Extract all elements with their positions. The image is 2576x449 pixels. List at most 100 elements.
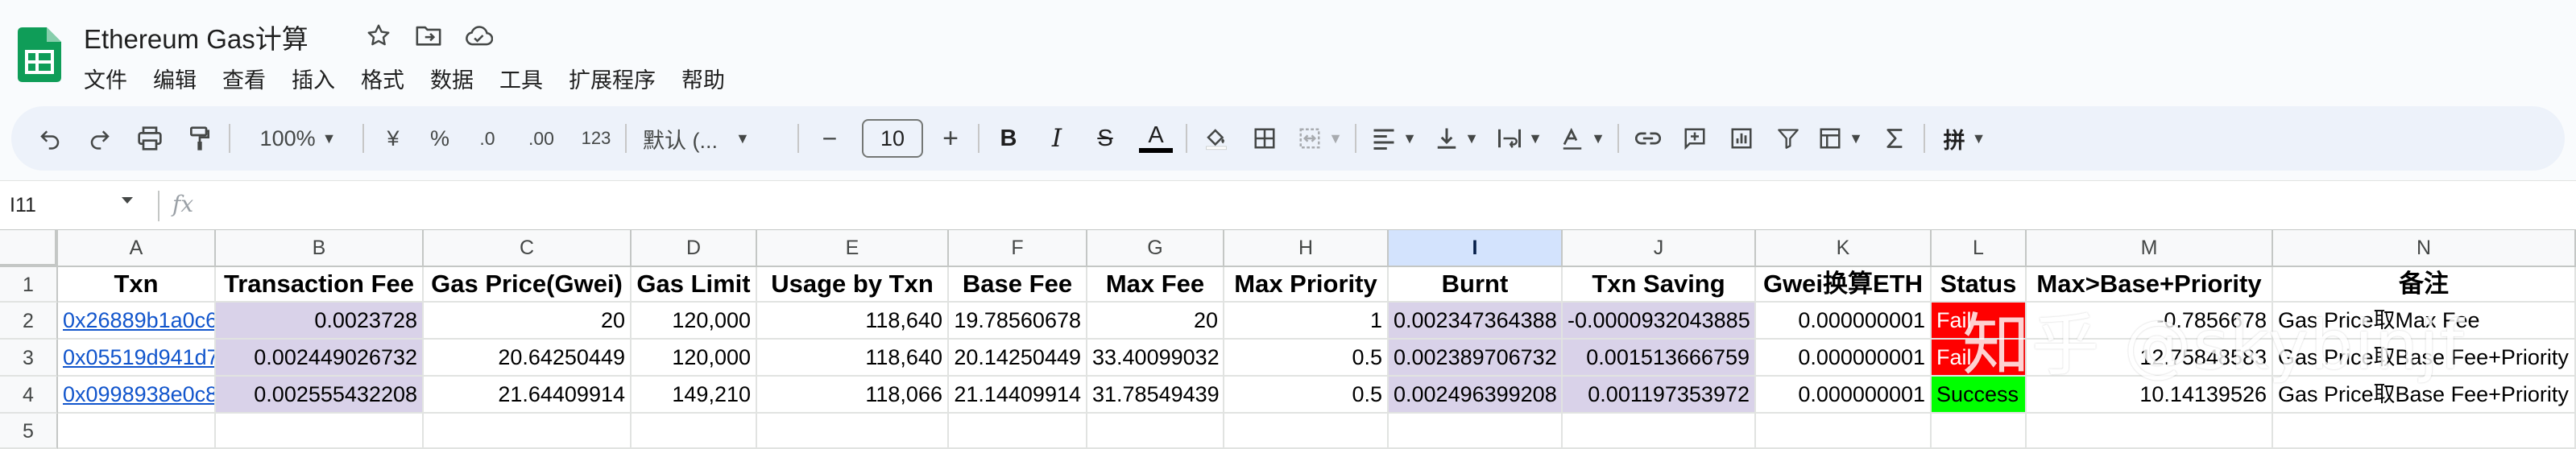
column-header-m[interactable]: M xyxy=(2027,230,2273,267)
formula-input[interactable] xyxy=(217,187,2553,223)
cell-a1[interactable]: Txn xyxy=(58,267,216,303)
filter-views-icon[interactable]: ▼ xyxy=(1816,117,1866,159)
cell-c2[interactable]: 20 xyxy=(424,303,632,340)
column-header-a[interactable]: A xyxy=(58,230,216,267)
cell-c4[interactable]: 21.64409914 xyxy=(424,377,632,414)
menu-file[interactable]: 文件 xyxy=(84,61,139,97)
cell-g3[interactable]: 33.40099032 xyxy=(1087,340,1224,377)
cell-f4[interactable]: 21.14409914 xyxy=(949,377,1087,414)
strikethrough-button[interactable]: S xyxy=(1089,117,1121,159)
insert-chart-icon[interactable] xyxy=(1725,117,1758,159)
borders-icon[interactable] xyxy=(1249,117,1281,159)
merge-cells-icon[interactable]: ▼ xyxy=(1295,117,1345,159)
cell-i5[interactable] xyxy=(1389,414,1563,449)
font-family-select[interactable]: 默认 (... ▼ xyxy=(643,117,785,159)
menu-tools[interactable]: 工具 xyxy=(499,61,554,97)
cell-d1[interactable]: Gas Limit xyxy=(632,267,757,303)
cell-a2[interactable]: 0x26889b1a0c6 xyxy=(58,303,216,340)
cell-j5[interactable] xyxy=(1563,414,1756,449)
cell-j2[interactable]: -0.0000932043885 xyxy=(1563,303,1756,340)
row-header-2[interactable]: 2 xyxy=(0,303,58,340)
text-rotation-icon[interactable]: ▼ xyxy=(1558,117,1608,159)
row-header-1[interactable]: 1 xyxy=(0,267,58,303)
cell-j4[interactable]: 0.001197353972 xyxy=(1563,377,1756,414)
cell-g1[interactable]: Max Fee xyxy=(1087,267,1224,303)
caret-down-icon[interactable] xyxy=(119,196,135,205)
cell-j1[interactable]: Txn Saving xyxy=(1563,267,1756,303)
cell-i1[interactable]: Burnt xyxy=(1389,267,1563,303)
cell-k2[interactable]: 0.000000001 xyxy=(1756,303,1932,340)
fill-color-icon[interactable] xyxy=(1200,117,1232,159)
cell-b2[interactable]: 0.0023728 xyxy=(216,303,424,340)
cell-g5[interactable] xyxy=(1087,414,1224,449)
column-header-d[interactable]: D xyxy=(632,230,757,267)
column-header-c[interactable]: C xyxy=(424,230,632,267)
input-tools-button[interactable]: 拼 ▼ xyxy=(1938,117,1991,159)
cell-a4[interactable]: 0x0998938e0c8 xyxy=(58,377,216,414)
column-header-l[interactable]: L xyxy=(1932,230,2027,267)
move-to-folder-icon[interactable] xyxy=(412,19,445,51)
star-icon[interactable] xyxy=(362,19,395,51)
column-header-h[interactable]: H xyxy=(1224,230,1389,267)
cell-k4[interactable]: 0.000000001 xyxy=(1756,377,1932,414)
vertical-align-icon[interactable]: ▼ xyxy=(1432,117,1482,159)
cell-f2[interactable]: 19.78560678 xyxy=(949,303,1087,340)
cell-a3[interactable]: 0x05519d941d7 xyxy=(58,340,216,377)
column-header-n[interactable]: N xyxy=(2273,230,2576,267)
cell-h4[interactable]: 0.5 xyxy=(1224,377,1389,414)
menu-data[interactable]: 数据 xyxy=(430,61,485,97)
cell-i4[interactable]: 0.002496399208 xyxy=(1389,377,1563,414)
percent-format-button[interactable]: % xyxy=(424,117,456,159)
cell-n5[interactable] xyxy=(2273,414,2576,449)
filter-icon[interactable] xyxy=(1772,117,1804,159)
zoom-select[interactable]: 100% ▼ xyxy=(242,117,354,159)
insert-comment-icon[interactable] xyxy=(1679,117,1711,159)
insert-link-icon[interactable] xyxy=(1632,117,1664,159)
column-header-b[interactable]: B xyxy=(216,230,424,267)
cell-e4[interactable]: 118,066 xyxy=(757,377,949,414)
cell-e3[interactable]: 118,640 xyxy=(757,340,949,377)
text-color-button[interactable]: A xyxy=(1137,117,1174,159)
cell-j3[interactable]: 0.001513666759 xyxy=(1563,340,1756,377)
cell-m5[interactable] xyxy=(2027,414,2273,449)
row-header-3[interactable]: 3 xyxy=(0,340,58,377)
cell-f3[interactable]: 20.14250449 xyxy=(949,340,1087,377)
font-size-input[interactable]: 10 xyxy=(862,119,923,158)
cell-k5[interactable] xyxy=(1756,414,1932,449)
menu-help[interactable]: 帮助 xyxy=(681,61,736,97)
cell-h3[interactable]: 0.5 xyxy=(1224,340,1389,377)
increase-decimal-button[interactable]: .00 xyxy=(519,117,564,159)
cell-d4[interactable]: 149,210 xyxy=(632,377,757,414)
cell-k1[interactable]: Gwei换算ETH xyxy=(1756,267,1932,303)
cell-l5[interactable] xyxy=(1932,414,2027,449)
row-header-4[interactable]: 4 xyxy=(0,377,58,414)
cell-g2[interactable]: 20 xyxy=(1087,303,1224,340)
sheets-logo-icon[interactable] xyxy=(18,27,61,82)
column-header-g[interactable]: G xyxy=(1087,230,1224,267)
functions-icon[interactable] xyxy=(1878,117,1911,159)
print-icon[interactable] xyxy=(134,117,166,159)
menu-view[interactable]: 查看 xyxy=(222,61,277,97)
cell-f1[interactable]: Base Fee xyxy=(949,267,1087,303)
cloud-status-icon[interactable] xyxy=(462,19,495,51)
column-header-e[interactable]: E xyxy=(757,230,949,267)
menu-insert[interactable]: 插入 xyxy=(292,61,346,97)
number-format-button[interactable]: 123 xyxy=(575,117,617,159)
cell-b5[interactable] xyxy=(216,414,424,449)
cell-b3[interactable]: 0.002449026732 xyxy=(216,340,424,377)
paint-format-icon[interactable] xyxy=(184,117,216,159)
decrease-decimal-button[interactable]: .0 xyxy=(467,117,507,159)
horizontal-align-icon[interactable]: ▼ xyxy=(1369,117,1419,159)
cell-g4[interactable]: 31.78549439 xyxy=(1087,377,1224,414)
cell-b1[interactable]: Transaction Fee xyxy=(216,267,424,303)
cell-i3[interactable]: 0.002389706732 xyxy=(1389,340,1563,377)
currency-format-button[interactable]: ¥ xyxy=(377,117,409,159)
column-header-i[interactable]: I xyxy=(1389,230,1563,267)
row-header-5[interactable]: 5 xyxy=(0,414,58,449)
cell-e5[interactable] xyxy=(757,414,949,449)
italic-button[interactable]: I xyxy=(1041,117,1073,159)
document-title[interactable]: Ethereum Gas计算 xyxy=(84,18,309,56)
column-header-k[interactable]: K xyxy=(1756,230,1932,267)
text-wrap-icon[interactable]: ▼ xyxy=(1495,117,1545,159)
column-header-j[interactable]: J xyxy=(1563,230,1756,267)
